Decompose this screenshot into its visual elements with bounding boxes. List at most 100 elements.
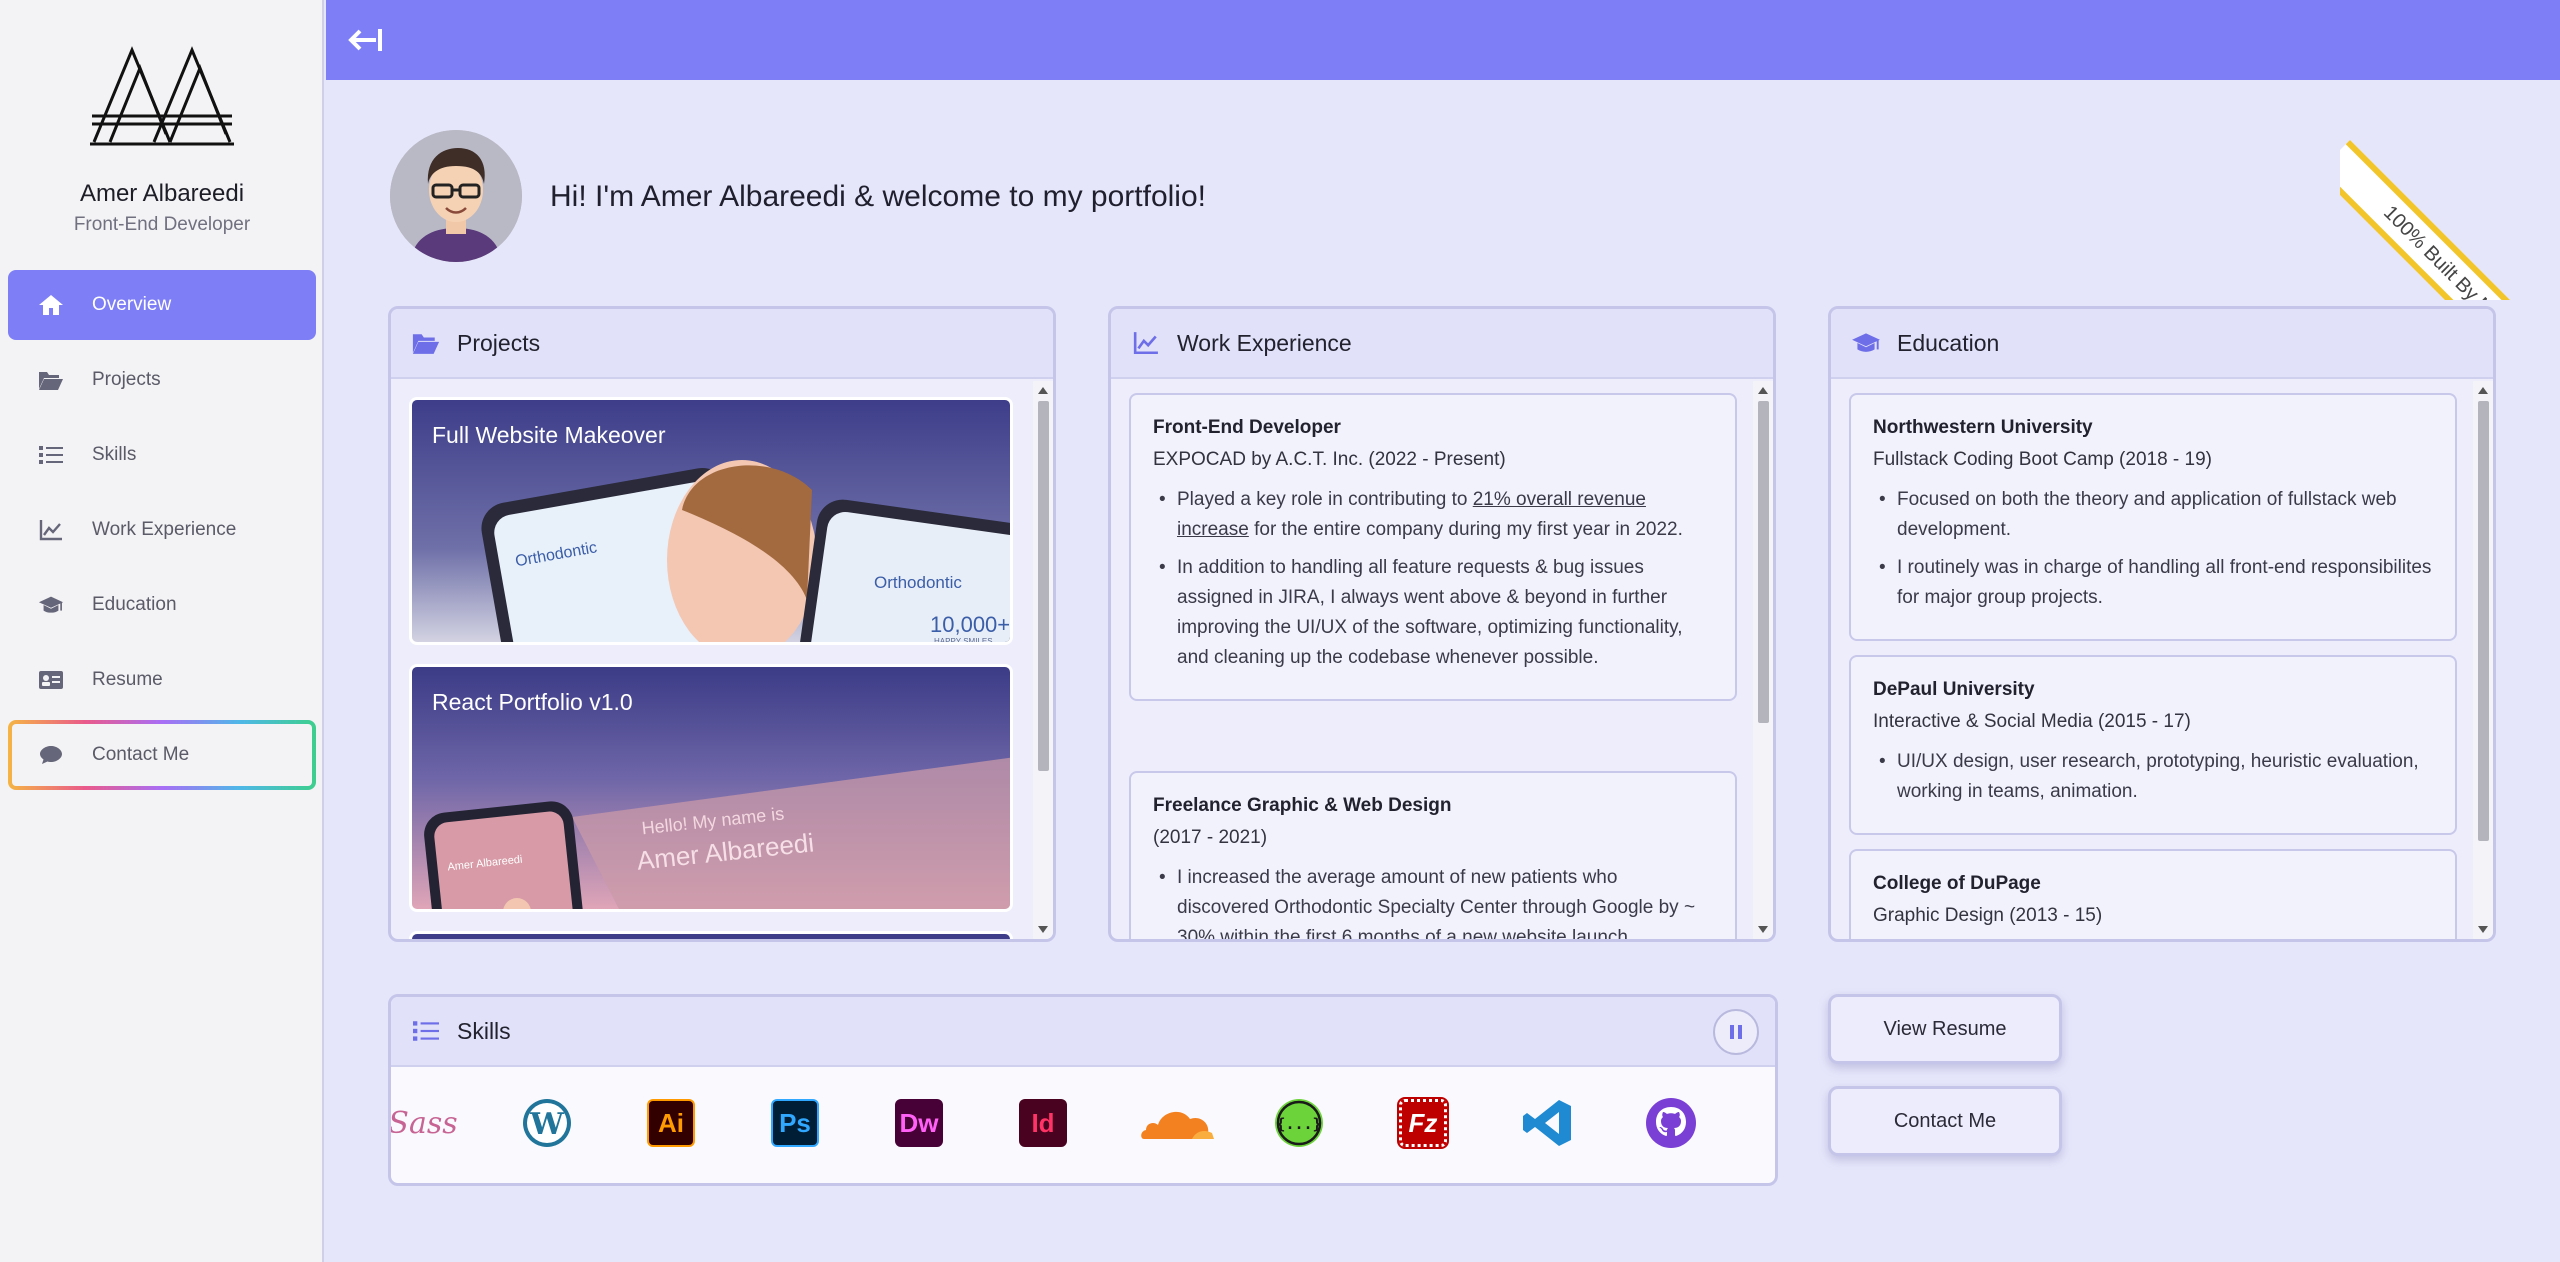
corner-ribbon: 100% Built By Me — [2340, 80, 2560, 300]
scroll-thumb[interactable] — [1758, 401, 1769, 723]
pause-icon — [1730, 1025, 1742, 1039]
education-bullet: I routinely was in charge of handling al… — [1873, 553, 2433, 613]
wordpress-icon: W — [517, 1093, 577, 1153]
projects-scrollbar[interactable] — [1033, 381, 1053, 939]
shot-orthodontic-text: Orthodontic — [874, 573, 962, 592]
sidebar-item-resume[interactable]: Resume — [8, 645, 316, 715]
education-card: Education Northwestern University Fullst… — [1828, 306, 2496, 942]
indesign-icon: Id — [1013, 1093, 1073, 1153]
education-item-title: Northwestern University — [1873, 417, 2093, 438]
sidebar-item-label: Education — [92, 594, 177, 615]
sidebar-item-label: Contact Me — [92, 744, 190, 765]
sidebar-item-skills[interactable]: Skills — [8, 420, 316, 490]
id-card-icon — [38, 667, 64, 693]
sidebar-nav: Overview Projects Skills Work Experience… — [8, 270, 316, 795]
work-item-front-end-developer: Front-End Developer EXPOCAD by A.C.T. In… — [1129, 393, 1737, 701]
education-item-northwestern: Northwestern University Fullstack Coding… — [1849, 393, 2457, 641]
projects-card-header: Projects — [391, 309, 1053, 379]
chat-bubble-icon — [38, 742, 64, 768]
education-scrollbar[interactable] — [2473, 381, 2493, 939]
education-item-title: College of DuPage — [1873, 873, 2041, 894]
svg-text:{...}: {...} — [1276, 1115, 1321, 1133]
scroll-thumb[interactable] — [1038, 401, 1049, 771]
scroll-thumb[interactable] — [2478, 401, 2489, 841]
work-list: Front-End Developer EXPOCAD by A.C.T. In… — [1111, 381, 1773, 939]
pause-carousel-button[interactable] — [1713, 1009, 1759, 1055]
work-item-title: Freelance Graphic & Web Design — [1153, 795, 1452, 816]
folder-open-icon — [411, 328, 441, 358]
scroll-up-icon[interactable] — [2478, 387, 2488, 394]
line-chart-icon — [1131, 328, 1161, 358]
scroll-down-icon[interactable] — [2478, 926, 2488, 933]
sidebar-item-label: Work Experience — [92, 519, 237, 540]
ribbon-text: 100% Built By Me — [2379, 201, 2507, 300]
sidebar-item-education[interactable]: Education — [8, 570, 316, 640]
sidebar-item-work-experience[interactable]: Work Experience — [8, 495, 316, 565]
work-item-sub: EXPOCAD by A.C.T. Inc. (2022 - Present) — [1153, 449, 1506, 470]
home-icon — [38, 292, 64, 318]
education-item-depaul: DePaul University Interactive & Social M… — [1849, 655, 2457, 835]
project-title: React Portfolio v1.0 — [432, 689, 633, 715]
contact-me-button[interactable]: Contact Me — [1828, 1086, 2062, 1156]
cloudflare-icon — [1137, 1093, 1217, 1153]
list-icon — [411, 1016, 441, 1046]
sidebar-item-label: Resume — [92, 669, 163, 690]
profile-role: Front-End Developer — [73, 214, 251, 235]
projects-list: Orthodontic 10,000+ HAPPY SMILES Orthodo… — [391, 381, 1053, 939]
scroll-down-icon[interactable] — [1038, 926, 1048, 933]
greeting-text: Hi! I'm Amer Albareedi & welcome to my p… — [550, 180, 1206, 213]
work-card-header: Work Experience — [1111, 309, 1773, 379]
education-item-sub: Interactive & Social Media (2015 - 17) — [1873, 711, 2191, 732]
scroll-down-icon[interactable] — [1758, 926, 1768, 933]
work-experience-card: Work Experience Front-End Developer EXPO… — [1108, 306, 1776, 942]
svg-text:W: W — [529, 1107, 565, 1142]
top-bar — [326, 0, 2560, 80]
education-item-title: DePaul University — [1873, 679, 2035, 700]
project-tile-partial[interactable] — [409, 931, 1013, 939]
collapse-sidebar-icon[interactable] — [346, 22, 386, 58]
folder-open-icon — [38, 367, 64, 393]
project-title: Full Website Makeover — [432, 422, 666, 448]
illustrator-icon: Ai — [641, 1093, 701, 1153]
education-card-title: Education — [1897, 329, 2000, 356]
education-item-college-of-dupage: College of DuPage Graphic Design (2013 -… — [1849, 849, 2457, 939]
work-bullet: Played a key role in contributing to 21%… — [1153, 485, 1713, 545]
sidebar-item-projects[interactable]: Projects — [8, 345, 316, 415]
education-bullet: UI/UX design, user research, prototyping… — [1873, 747, 2433, 807]
profile-name: Amer Albareedi — [79, 180, 245, 207]
graduation-cap-icon — [38, 592, 64, 618]
shot-badge-sub-text: HAPPY SMILES — [934, 637, 993, 645]
skills-carousel: Sass W Ai Ps Dw Id {...} Fz — [391, 1093, 1775, 1153]
vscode-icon — [1517, 1093, 1577, 1153]
logo-icon — [90, 46, 234, 146]
education-list: Northwestern University Fullstack Coding… — [1831, 381, 2493, 939]
sidebar-item-overview[interactable]: Overview — [8, 270, 316, 340]
line-chart-icon — [38, 517, 64, 543]
graduation-cap-icon — [1851, 328, 1881, 358]
sidebar-item-label: Projects — [92, 369, 161, 390]
work-item-sub: (2017 - 2021) — [1153, 827, 1268, 848]
scroll-up-icon[interactable] — [1758, 387, 1768, 394]
education-card-header: Education — [1831, 309, 2493, 379]
education-item-sub: Fullstack Coding Boot Camp (2018 - 19) — [1873, 449, 2212, 470]
work-item-freelance: Freelance Graphic & Web Design (2017 - 2… — [1129, 771, 1737, 939]
work-card-title: Work Experience — [1177, 329, 1352, 356]
skills-card-title: Skills — [457, 1017, 511, 1044]
photoshop-icon: Ps — [765, 1093, 825, 1153]
view-resume-button[interactable]: View Resume — [1828, 994, 2062, 1064]
dreamweaver-icon: Dw — [889, 1093, 949, 1153]
work-scrollbar[interactable] — [1753, 381, 1773, 939]
scroll-up-icon[interactable] — [1038, 387, 1048, 394]
project-tile-full-website-makeover[interactable]: Orthodontic 10,000+ HAPPY SMILES Orthodo… — [409, 397, 1013, 645]
sidebar-item-contact-me[interactable]: Contact Me — [8, 720, 316, 790]
filezilla-icon: Fz — [1393, 1093, 1453, 1153]
projects-card-title: Projects — [457, 329, 541, 356]
skills-card-header: Skills — [391, 997, 1775, 1067]
project-tile-react-portfolio[interactable]: Hello! My name is Amer Albareedi Amer Al… — [409, 664, 1013, 912]
sidebar-item-label: Overview — [92, 294, 172, 315]
work-item-title: Front-End Developer — [1153, 417, 1341, 438]
education-bullet: Focused on both the theory and applicati… — [1873, 485, 2433, 545]
work-bullet: I increased the average amount of new pa… — [1153, 863, 1713, 939]
sass-icon: Sass — [388, 1105, 458, 1141]
sidebar-item-label: Skills — [92, 444, 137, 465]
